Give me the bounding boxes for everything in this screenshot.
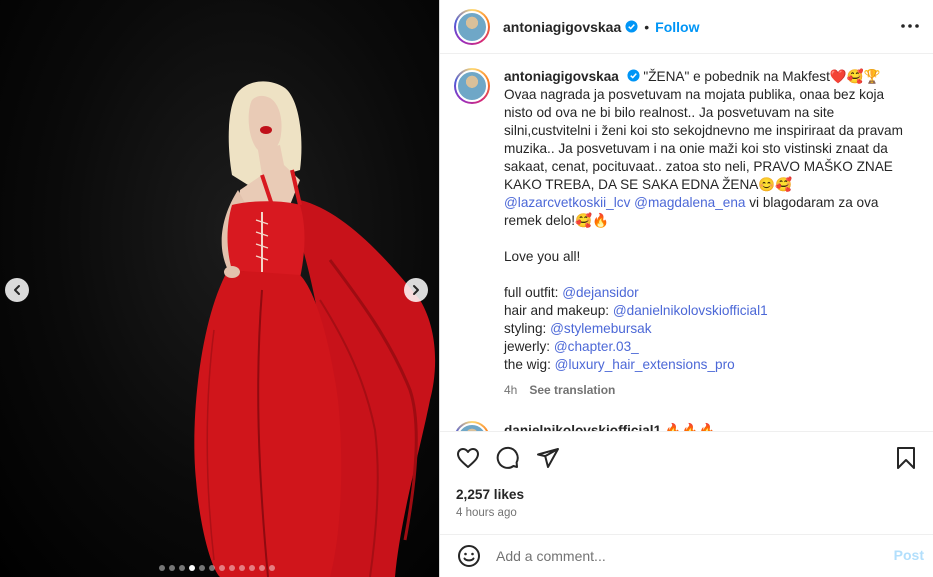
mention-chapter03[interactable]: @chapter.03_ — [554, 339, 639, 354]
carousel-dot — [179, 565, 185, 571]
carousel-dot — [199, 565, 205, 571]
credit-label: hair and makeup: — [504, 303, 610, 318]
emoji-button[interactable] — [456, 543, 482, 569]
mention-magdalena-ena[interactable]: @magdalena_ena — [634, 195, 745, 210]
comments-list[interactable]: antoniagigovskaa "ŽENA" e pobednik na Ma… — [440, 55, 933, 431]
carousel-dot — [219, 565, 225, 571]
caption-text: antoniagigovskaa "ŽENA" e pobednik na Ma… — [504, 68, 914, 399]
credit-styling: styling: @stylemebursak — [504, 320, 914, 338]
likes-count[interactable]: 2,257 likes — [456, 487, 524, 502]
carousel-dot — [159, 565, 165, 571]
more-options-icon — [901, 24, 919, 28]
credit-label: the wig: — [504, 357, 551, 372]
post-media[interactable] — [0, 0, 439, 577]
credit-label: full outfit: — [504, 285, 559, 300]
carousel-dot — [209, 565, 215, 571]
carousel-indicator — [159, 565, 275, 571]
see-translation-button[interactable]: See translation — [529, 381, 615, 399]
verified-icon — [625, 20, 638, 33]
chevron-right-icon — [413, 285, 419, 295]
credit-wig: the wig: @luxury_hair_extensions_pro — [504, 356, 914, 374]
like-button[interactable] — [454, 444, 482, 472]
more-options-button[interactable] — [900, 16, 920, 36]
carousel-dot — [239, 565, 245, 571]
author-avatar[interactable] — [454, 8, 490, 45]
mention-dejansidor[interactable]: @dejansidor — [562, 285, 639, 300]
next-image-button[interactable] — [404, 278, 428, 302]
carousel-dot — [269, 565, 275, 571]
credit-label: jewerly: — [504, 339, 551, 354]
commenter-avatar[interactable] — [454, 421, 490, 431]
credit-hair-makeup: hair and makeup: @danielnikolovskioffici… — [504, 302, 914, 320]
credit-outfit: full outfit: @dejansidor — [504, 284, 914, 302]
post-caption: antoniagigovskaa "ŽENA" e pobednik na Ma… — [454, 68, 924, 399]
chevron-left-icon — [14, 285, 20, 295]
credit-label: styling: — [504, 321, 547, 336]
share-icon — [537, 448, 559, 468]
comment-icon — [496, 446, 519, 469]
carousel-dot — [189, 565, 195, 571]
mention-lazarcvetkoskii[interactable]: @lazarcvetkoskii_lcv — [504, 195, 630, 210]
header-separator: • — [644, 18, 650, 35]
caption-author-avatar[interactable] — [454, 68, 490, 104]
post-dialog: antoniagigovskaa • Follow antoniagigovsk… — [0, 0, 933, 577]
comment-text: 🔥🔥🔥 — [664, 423, 716, 431]
commenter-username[interactable]: danielnikolovskiofficial1 🔥🔥🔥 — [504, 423, 716, 431]
mention-stylemebursak[interactable]: @stylemebursak — [550, 321, 651, 336]
previous-image-button[interactable] — [5, 278, 29, 302]
caption-thanks: @lazarcvetkoskii_lcv @magdalena_ena vi b… — [504, 194, 914, 230]
follow-button[interactable]: Follow — [655, 19, 699, 35]
share-button[interactable] — [534, 444, 562, 472]
carousel-dot — [249, 565, 255, 571]
post-actions — [440, 431, 933, 483]
heart-icon — [457, 448, 479, 468]
mention-luxury-hair[interactable]: @luxury_hair_extensions_pro — [555, 357, 735, 372]
post-timestamp[interactable]: 4 hours ago — [456, 507, 517, 519]
commenter-name[interactable]: danielnikolovskiofficial1 — [504, 423, 661, 431]
caption-username[interactable]: antoniagigovskaa — [504, 69, 619, 84]
emoji-icon — [458, 545, 480, 567]
author-username[interactable]: antoniagigovskaa — [503, 19, 621, 35]
photo-woman-in-red-dress — [194, 81, 436, 577]
credit-jewerly: jewerly: @chapter.03_ — [504, 338, 914, 356]
mention-danielnikolovskiofficial1[interactable]: @danielnikolovskiofficial1 — [613, 303, 768, 318]
post-comment-button[interactable]: Post — [894, 547, 924, 563]
post-side-panel: antoniagigovskaa • Follow antoniagigovsk… — [439, 0, 933, 577]
comment-input[interactable] — [496, 548, 876, 564]
comment-item: danielnikolovskiofficial1 🔥🔥🔥 — [454, 421, 716, 431]
comment-button[interactable] — [494, 444, 522, 472]
caption-meta: 4h See translation — [504, 381, 914, 399]
save-button[interactable] — [892, 444, 920, 472]
carousel-dot — [259, 565, 265, 571]
carousel-dot — [169, 565, 175, 571]
add-comment-bar: Post — [440, 534, 933, 577]
caption-line-2: Ovaa nagrada ja posvetuvam na mojata pub… — [504, 87, 903, 192]
verified-icon — [627, 69, 640, 82]
caption-line-1: "ŽENA" e pobednik na Makfest❤️🥰🏆 — [643, 69, 881, 84]
bookmark-icon — [897, 447, 915, 469]
caption-love: Love you all! — [504, 249, 581, 264]
caption-age[interactable]: 4h — [504, 381, 517, 399]
post-header: antoniagigovskaa • Follow — [440, 0, 933, 54]
carousel-dot — [229, 565, 235, 571]
